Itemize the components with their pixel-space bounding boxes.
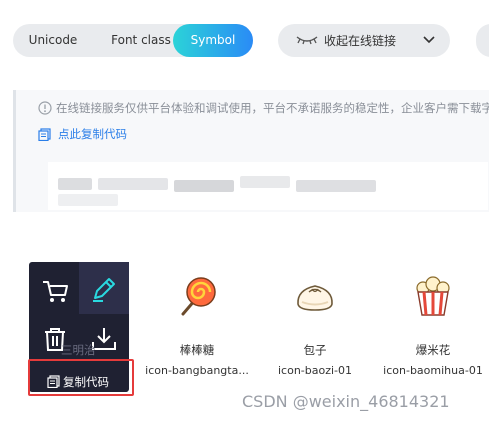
info-icon	[38, 101, 52, 115]
icon-card[interactable]: 包子 icon-baozi-01	[256, 262, 366, 392]
icon-card[interactable]: 棒棒糖 icon-bangbangta...	[138, 262, 249, 392]
icon-code: icon-bangbangta...	[145, 364, 249, 377]
online-link-panel: 在线链接服务仅供平台体验和调试使用，平台不承诺服务的稳定性，企业客户需下载字 点…	[13, 90, 489, 212]
popcorn-icon	[416, 276, 450, 316]
chevron-down-icon	[423, 36, 435, 44]
highlight-frame	[28, 359, 134, 396]
eye-closed-icon	[296, 36, 318, 45]
copy-code-link-label: 点此复制代码	[58, 127, 127, 141]
cart-icon[interactable]	[40, 276, 70, 306]
icon-name: 棒棒糖	[179, 343, 215, 357]
collapse-online-link-label: 收起在线链接	[324, 34, 397, 48]
display-mode-switch: Unicode Font class Symbol	[13, 24, 253, 57]
icon-name: 爆米花	[415, 343, 451, 357]
watermark: CSDN @weixin_46814321	[242, 392, 450, 411]
icon-code: icon-baozi-01	[277, 364, 353, 377]
collapse-online-link-button[interactable]: 收起在线链接	[278, 24, 450, 57]
icon-card[interactable]: 爆米花 icon-baomihua-01	[374, 262, 484, 392]
pencil-icon[interactable]	[89, 274, 119, 304]
tab-unicode[interactable]: Unicode	[17, 24, 89, 57]
copy-icon	[38, 128, 51, 141]
notice-text: 在线链接服务仅供平台体验和调试使用，平台不承诺服务的稳定性，企业客户需下载字	[56, 101, 489, 115]
hidden-icon-name: 三明治	[61, 343, 96, 357]
more-button[interactable]	[476, 24, 489, 57]
blurred-code-snippet	[48, 162, 488, 210]
tab-symbol[interactable]: Symbol	[173, 24, 253, 57]
lollipop-icon	[181, 277, 216, 316]
icon-code: icon-baomihua-01	[383, 364, 483, 377]
steamed-bun-icon	[297, 285, 333, 311]
icon-name: 包子	[303, 343, 327, 357]
